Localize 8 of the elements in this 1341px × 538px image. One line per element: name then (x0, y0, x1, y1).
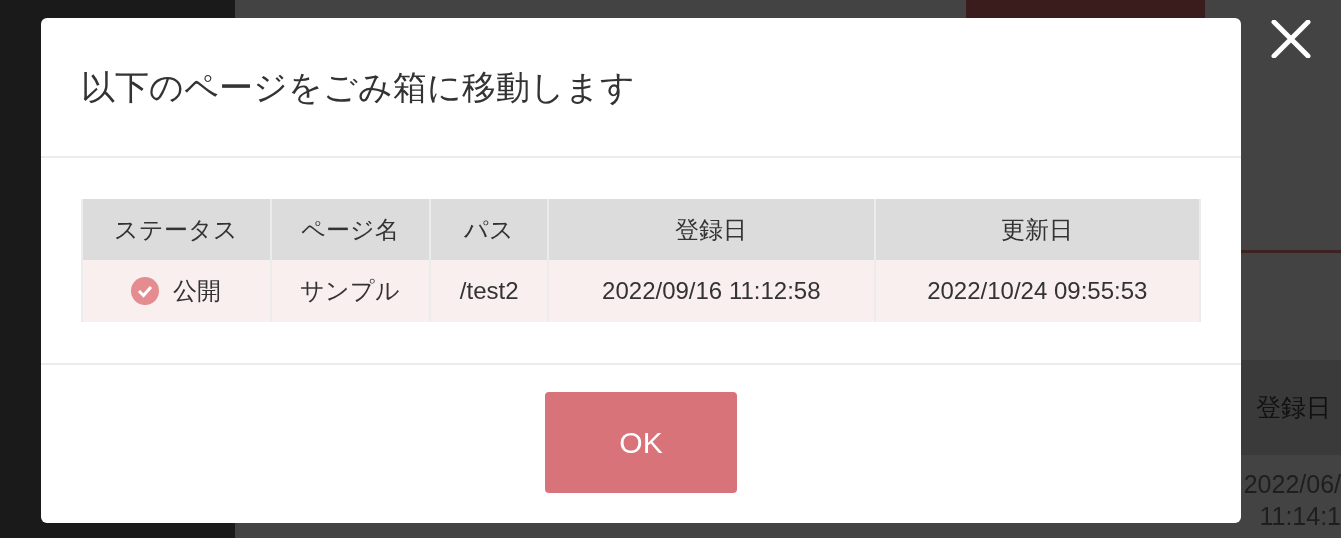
dialog-title: 以下のページをごみ箱に移動します (81, 66, 635, 108)
table-cell: 2022/10/24 09:55:53 (874, 260, 1200, 322)
close-icon[interactable] (1271, 20, 1311, 58)
status-label: 公開 (173, 276, 222, 306)
ok-button[interactable]: OK (545, 392, 737, 493)
table-cell: サンプル (270, 260, 431, 322)
table-cell: 2022/09/16 11:12:58 (548, 260, 875, 322)
table-cell: /test2 (430, 260, 549, 322)
